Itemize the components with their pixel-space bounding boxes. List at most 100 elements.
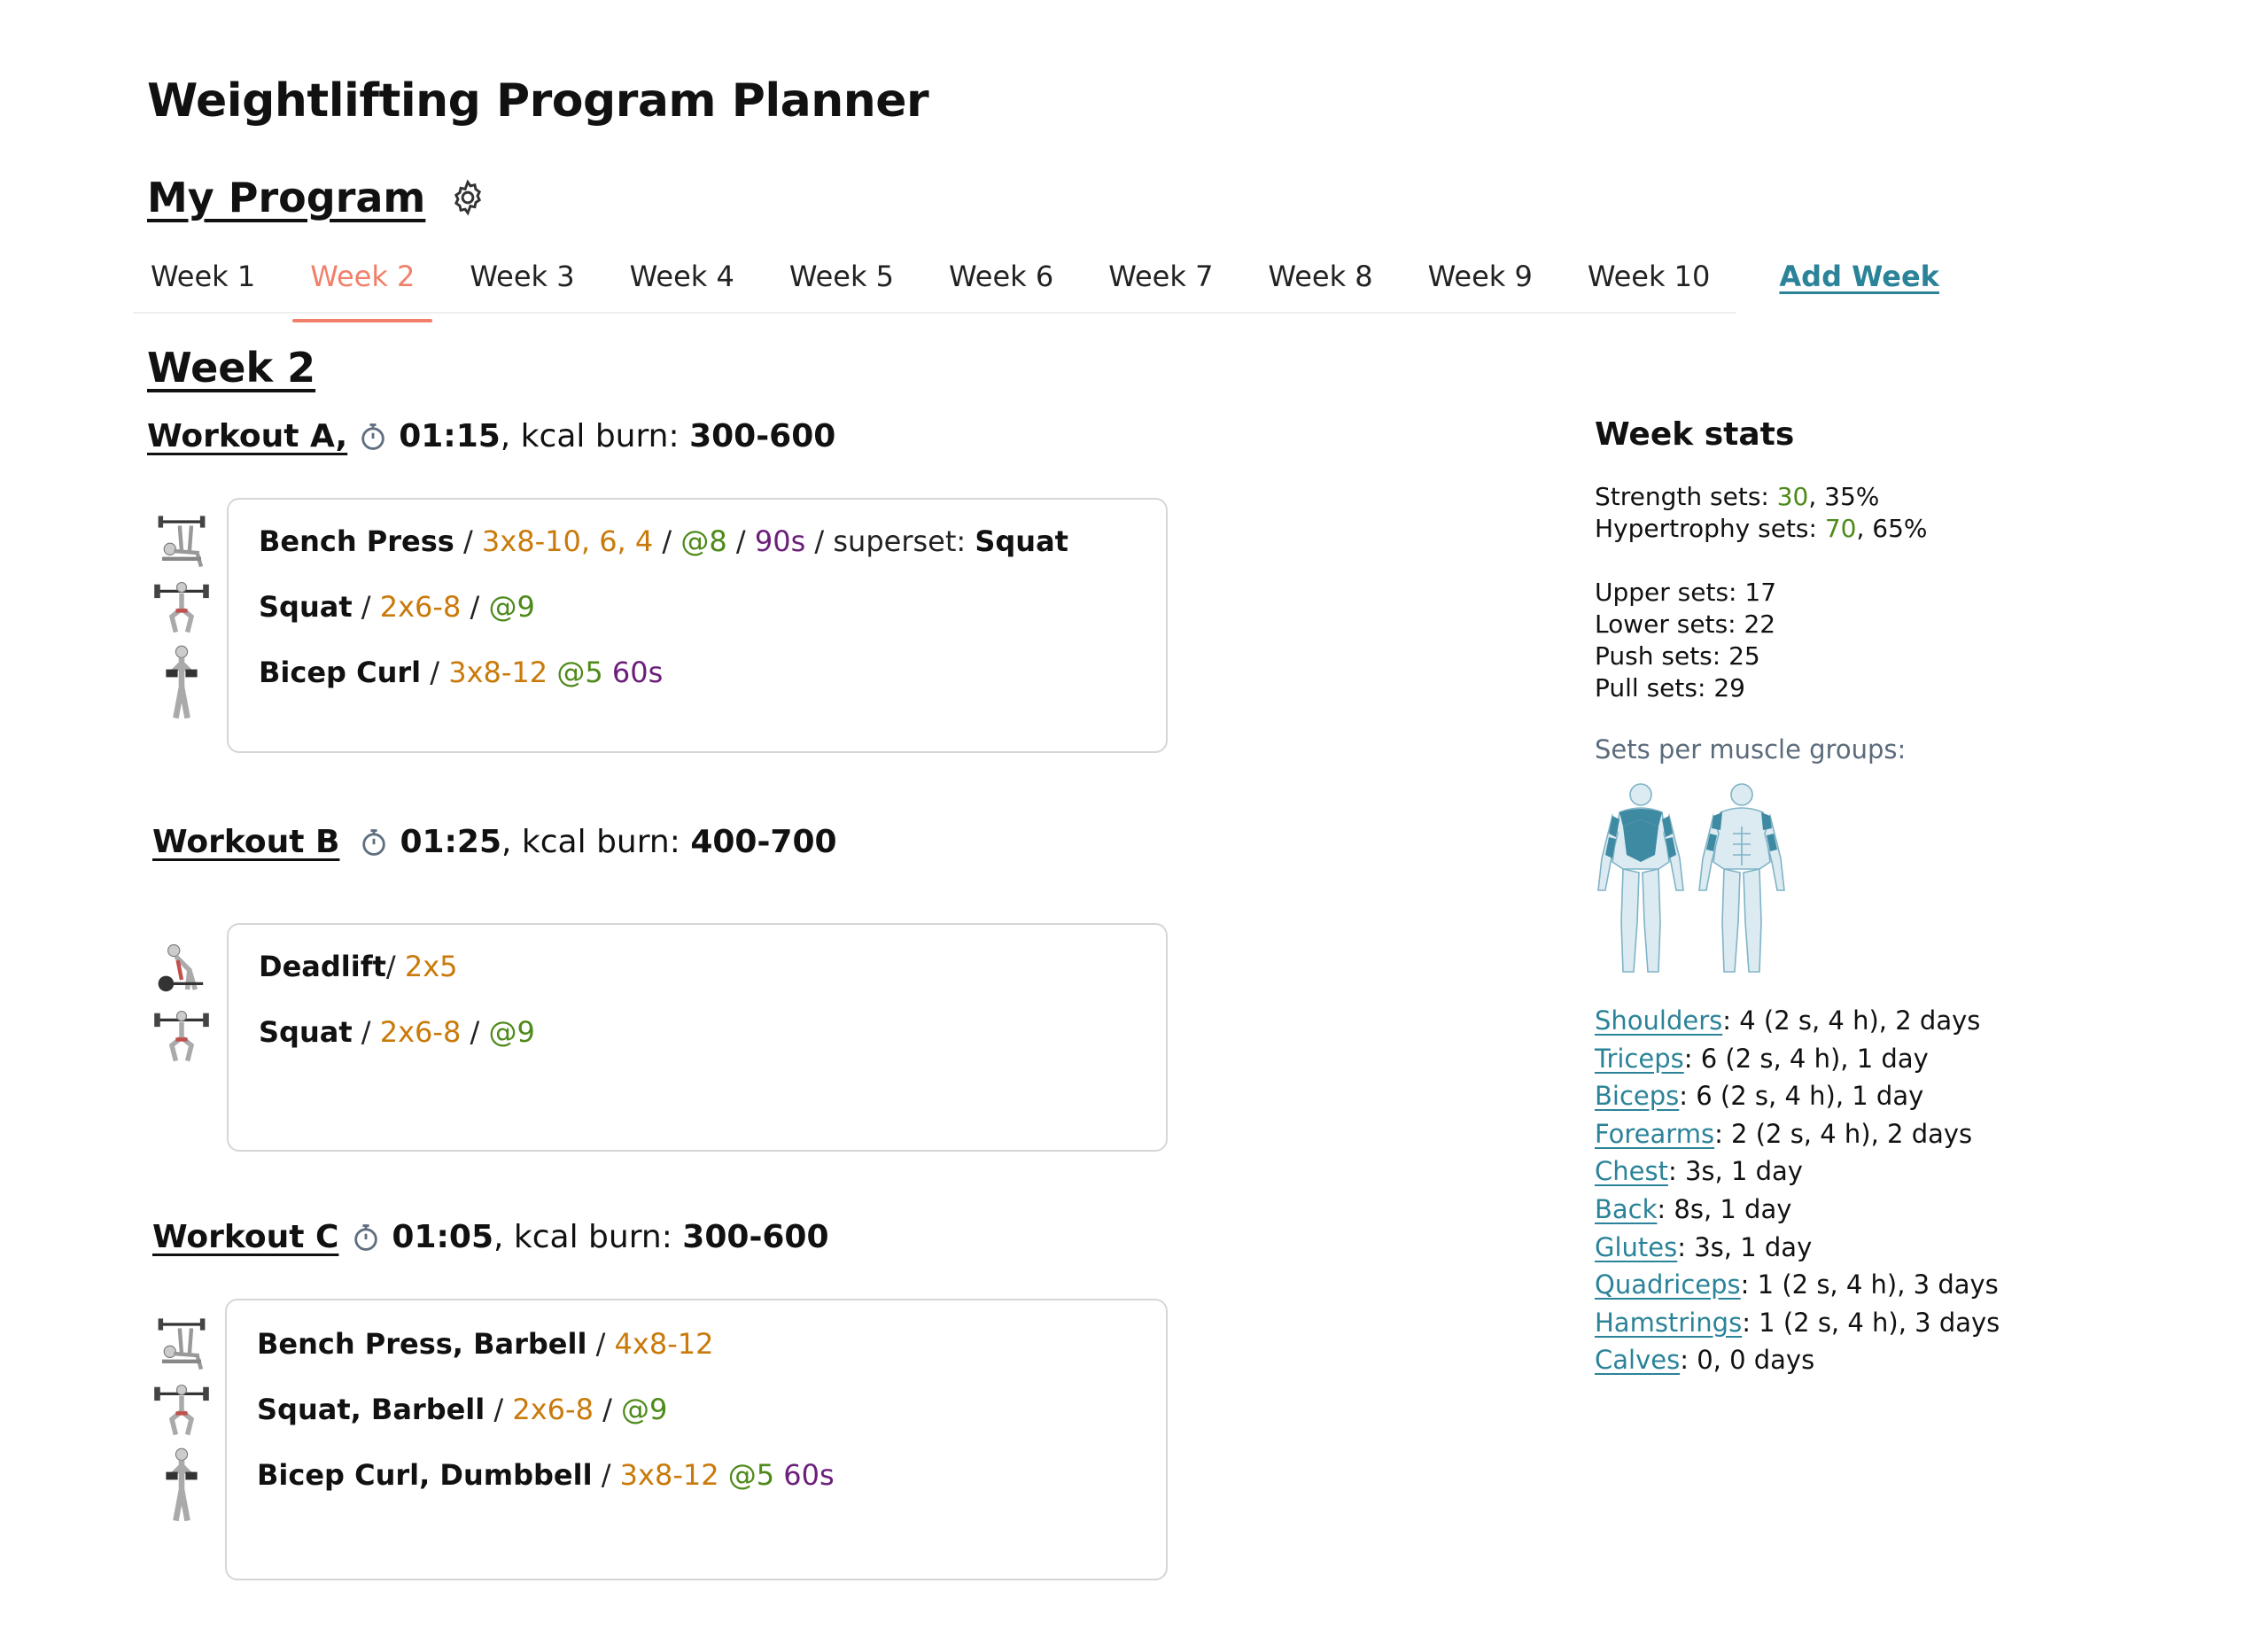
bench-press-icon <box>158 516 206 568</box>
workout-c-duration: 01:05 <box>392 1219 494 1255</box>
tab-week-8[interactable]: Week 8 <box>1250 248 1390 312</box>
exercise-row[interactable]: Bicep Curl / 3x8-12 @5 60s <box>259 656 663 689</box>
tab-week-7[interactable]: Week 7 <box>1091 248 1231 312</box>
workout-a-name[interactable]: Workout A, <box>147 418 347 454</box>
bench-press-icon <box>158 1318 206 1370</box>
workout-b-kcal-label: , kcal burn: <box>501 824 680 860</box>
body-front-icon <box>1698 783 1785 973</box>
muscle-link-shoulders[interactable]: Shoulders <box>1595 1005 1722 1036</box>
exercise-rest: 90s <box>754 524 806 558</box>
body-back-icon <box>1597 783 1684 973</box>
muscle-map <box>1595 780 2215 979</box>
squat-icon <box>154 581 209 633</box>
bicep-curl-icon <box>166 645 198 719</box>
strength-sets-stat: Strength sets: 30, 35% <box>1595 481 2215 513</box>
week-title: Week 2 <box>147 344 316 392</box>
muscle-link-triceps[interactable]: Triceps <box>1595 1044 1684 1074</box>
separator: / <box>421 656 449 689</box>
list-item: Hamstrings: 1 (2 s, 4 h), 3 days <box>1595 1304 2215 1342</box>
exercise-row[interactable]: Bench Press / 3x8-10, 6, 4 / @8 / 90s / … <box>259 524 1068 558</box>
pull-sets-stat: Pull sets: 29 <box>1595 673 1745 702</box>
muscle-detail: : 6 (2 s, 4 h), 1 day <box>1683 1043 1929 1074</box>
workout-c-name[interactable]: Workout C <box>152 1219 338 1255</box>
exercise-rpe: @9 <box>621 1393 668 1426</box>
workout-b-thumbnails <box>152 941 214 1072</box>
exercise-row[interactable]: Bicep Curl, Dumbbell / 3x8-12 @5 60s <box>257 1458 835 1492</box>
exercise-row[interactable]: Squat, Barbell / 2x6-8 / @9 <box>257 1393 667 1426</box>
list-item: Triceps: 6 (2 s, 4 h), 1 day <box>1595 1040 2215 1078</box>
squat-icon <box>154 1384 209 1436</box>
list-item: Quadriceps: 1 (2 s, 4 h), 3 days <box>1595 1266 2215 1304</box>
exercise-rpe: @8 <box>680 524 727 558</box>
strength-label: Strength sets: <box>1595 482 1777 511</box>
separator: / <box>593 1393 622 1426</box>
superset-label: / superset: <box>805 524 975 558</box>
workout-b-kcal: 400-700 <box>690 824 837 860</box>
muscle-link-quadriceps[interactable]: Quadriceps <box>1595 1269 1741 1300</box>
muscle-link-biceps[interactable]: Biceps <box>1595 1081 1679 1111</box>
muscle-link-calves[interactable]: Calves <box>1595 1345 1680 1375</box>
workout-c-kcal-label: , kcal burn: <box>493 1219 672 1255</box>
superset-exercise: Squat <box>975 524 1068 558</box>
exercise-sets: 2x6-8 <box>379 1015 462 1049</box>
muscle-detail: : 4 (2 s, 4 h), 2 days <box>1722 1005 1981 1036</box>
workout-a-thumbnails <box>152 512 214 730</box>
exercise-rpe: @5 <box>548 656 603 689</box>
exercise-sets: 4x8-12 <box>614 1327 714 1361</box>
separator: / <box>454 524 482 558</box>
tab-week-4[interactable]: Week 4 <box>612 248 752 312</box>
lower-sets-stat: Lower sets: 22 <box>1595 609 1776 639</box>
tab-week-3[interactable]: Week 3 <box>452 248 592 312</box>
deadlift-icon <box>158 943 204 992</box>
stopwatch-icon <box>358 422 388 452</box>
tab-week-1[interactable]: Week 1 <box>133 248 273 312</box>
exercise-sets: 2x6-8 <box>379 590 462 624</box>
tab-week-5[interactable]: Week 5 <box>772 248 912 312</box>
separator: / <box>461 1015 489 1049</box>
list-item: Chest: 3s, 1 day <box>1595 1153 2215 1191</box>
exercise-rest: 60s <box>774 1458 835 1492</box>
tab-week-9[interactable]: Week 9 <box>1410 248 1550 312</box>
workout-b-duration: 01:25 <box>400 824 502 860</box>
muscle-detail: : 8s, 1 day <box>1657 1193 1792 1224</box>
workout-c-kcal: 300-600 <box>682 1219 829 1255</box>
muscle-link-forearms[interactable]: Forearms <box>1595 1119 1714 1149</box>
muscle-link-hamstrings[interactable]: Hamstrings <box>1595 1308 1742 1338</box>
squat-icon <box>154 1010 209 1062</box>
muscle-link-glutes[interactable]: Glutes <box>1595 1232 1677 1262</box>
exercise-name: Bicep Curl, Dumbbell <box>257 1458 593 1492</box>
tab-week-10[interactable]: Week 10 <box>1570 248 1728 312</box>
gear-icon[interactable] <box>448 178 487 217</box>
workout-c-thumbnails <box>152 1315 214 1533</box>
workout-a-header: Workout A, 01:15, kcal burn: 300-600 <box>147 418 835 454</box>
tab-week-2[interactable]: Week 2 <box>292 248 433 322</box>
exercise-row[interactable]: Squat / 2x6-8 / @9 <box>259 590 535 624</box>
program-title[interactable]: My Program <box>147 174 425 221</box>
exercise-row[interactable]: Deadlift/ 2x5 <box>259 950 458 983</box>
strength-pct: , 35% <box>1808 482 1880 511</box>
exercise-name: Squat, Barbell <box>257 1393 485 1426</box>
exercise-sets: 3x8-12 <box>448 656 548 689</box>
separator: / <box>592 1458 620 1492</box>
exercise-row[interactable]: Bench Press, Barbell / 4x8-12 <box>257 1327 713 1361</box>
push-sets-stat: Push sets: 25 <box>1595 641 1760 671</box>
separator: / <box>385 950 405 983</box>
tab-week-6[interactable]: Week 6 <box>931 248 1071 312</box>
workout-b-name[interactable]: Workout B <box>152 824 339 860</box>
exercise-row[interactable]: Squat / 2x6-8 / @9 <box>259 1015 535 1049</box>
muscle-link-back[interactable]: Back <box>1595 1194 1657 1224</box>
separator: / <box>653 524 681 558</box>
strength-value: 30 <box>1776 482 1809 511</box>
bicep-curl-icon <box>166 1448 198 1522</box>
week-tabs: Week 1 Week 2 Week 3 Week 4 Week 5 Week … <box>133 248 1939 322</box>
exercise-name: Bench Press, Barbell <box>257 1327 587 1361</box>
separator: / <box>352 1015 380 1049</box>
exercise-name: Squat <box>259 1015 353 1049</box>
muscle-detail: : 3s, 1 day <box>1667 1156 1803 1187</box>
muscle-link-chest[interactable]: Chest <box>1595 1156 1668 1186</box>
exercise-sets: 3x8-10, 6, 4 <box>481 524 654 558</box>
app-title: Weightlifting Program Planner <box>147 74 929 128</box>
muscle-detail: : 1 (2 s, 4 h), 3 days <box>1742 1307 2000 1338</box>
add-week-button[interactable]: Add Week <box>1761 248 1957 312</box>
exercise-rpe: @9 <box>488 1015 535 1049</box>
